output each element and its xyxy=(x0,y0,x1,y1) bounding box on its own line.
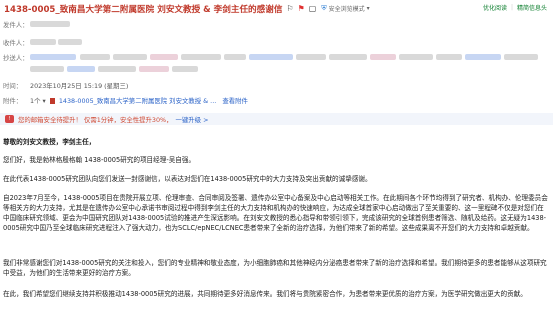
pdf-file-icon xyxy=(49,98,55,104)
body-paragraph: 我们非常感谢您们对1438-0005研究的关注和投入，您们的专业精神和敬业态度，… xyxy=(3,259,547,277)
cc-redacted[interactable] xyxy=(465,54,501,60)
warning-icon: ! xyxy=(5,115,14,123)
sender-name-redacted[interactable] xyxy=(30,21,70,27)
body-paragraph: 自2023年7月至今，1438-0005项目在贵院开展立项、伦理审查、合同审阅及… xyxy=(3,194,548,232)
square-icon[interactable]: ▢ xyxy=(309,4,317,13)
cc-redacted[interactable] xyxy=(181,54,221,60)
attachment-count: 1个 xyxy=(30,97,41,105)
cc-redacted[interactable] xyxy=(296,54,326,60)
cc-redacted[interactable] xyxy=(150,54,178,60)
upgrade-link[interactable]: 一键升级 > xyxy=(176,115,209,124)
cc-redacted[interactable] xyxy=(139,66,169,72)
optimize-reading-link[interactable]: 优化阅读 xyxy=(483,3,507,12)
recipient-redacted[interactable] xyxy=(58,39,82,45)
sender-label: 发件人： xyxy=(3,21,29,29)
attachment-info: 1个 ▾ 1438-0005_致南昌大学第二附属医院 刘安文教授 & ... 查… xyxy=(30,96,248,105)
cc-redacted[interactable] xyxy=(370,54,396,60)
cc-redacted[interactable] xyxy=(329,54,367,60)
body-paragraph: 在此代表1438-0005研究团队向您们发送一封感谢信，以表达对您们在1438-… xyxy=(3,175,372,183)
recipient-redacted[interactable] xyxy=(30,39,56,45)
cc-redacted[interactable] xyxy=(224,54,246,60)
attachment-label: 附件： xyxy=(3,97,23,105)
flag-outline-icon[interactable]: ⚐ xyxy=(286,4,293,13)
cc-label: 抄送人： xyxy=(3,54,29,62)
cc-redacted[interactable] xyxy=(504,54,538,60)
view-attachment-link[interactable]: 查看附件 xyxy=(222,97,248,105)
body-paragraph: 在此，我们希望您们继续支持并积极推动1438-0005研究的进展，共同期待更多好… xyxy=(3,290,527,298)
attachment-file-link[interactable]: 1438-0005_致南昌大学第二附属医院 刘安文教授 & ... xyxy=(59,97,216,105)
divider: | xyxy=(510,4,513,11)
banner-text: 您的邮箱安全待提升！ 仅需1分钟，安全性提升30%， xyxy=(18,115,173,124)
cc-redacted[interactable] xyxy=(113,54,147,60)
time-value: 2023年10月25日 15:19 (星期三) xyxy=(30,82,129,90)
security-banner: ! 您的邮箱安全待提升！ 仅需1分钟，安全性提升30%， 一键升级 > xyxy=(0,113,553,125)
email-subject: 1438-0005_致南昌大学第二附属医院 刘安文教授 & 李剑主任的感谢信 xyxy=(4,4,283,15)
cc-redacted[interactable] xyxy=(30,66,64,72)
greeting: 尊敬的刘安文教授，李剑主任， xyxy=(3,138,96,146)
cc-redacted[interactable] xyxy=(172,66,198,72)
cc-redacted[interactable] xyxy=(80,54,110,60)
security-badge[interactable]: ⛨ 安全浏览模式 ▾ xyxy=(321,4,369,13)
top-links: 优化阅读 | 精简信息头 xyxy=(483,3,547,12)
shield-icon: ⛨ xyxy=(321,4,327,12)
cc-redacted[interactable] xyxy=(399,54,433,60)
flag-red-icon[interactable]: ⚑ xyxy=(298,4,305,13)
subject-bar: 1438-0005_致南昌大学第二附属医院 刘安文教授 & 李剑主任的感谢信 ⚐… xyxy=(0,0,553,17)
recipient-label: 收件人： xyxy=(3,39,29,47)
simplify-header-link[interactable]: 精简信息头 xyxy=(517,3,547,12)
time-label: 时间： xyxy=(3,82,23,90)
security-label: 安全浏览模式 xyxy=(328,6,365,13)
cc-redacted[interactable] xyxy=(30,54,76,60)
chevron-down-icon[interactable]: ▾ xyxy=(43,97,46,105)
cc-redacted[interactable] xyxy=(249,54,293,60)
body-paragraph: 您们好，我是勃林格殷格翰 1438-0005研究的项目经理-吴自强。 xyxy=(3,156,196,164)
cc-redacted[interactable] xyxy=(67,66,95,72)
cc-redacted[interactable] xyxy=(98,66,136,72)
chevron-down-icon: ▾ xyxy=(366,5,370,12)
cc-redacted[interactable] xyxy=(436,54,462,60)
